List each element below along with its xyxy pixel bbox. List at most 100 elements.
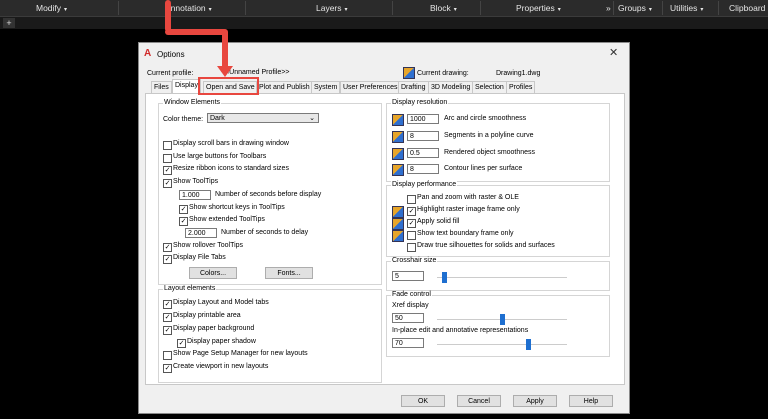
contour-lines-field[interactable]: 8 [407,164,439,174]
drawing-icon [392,131,404,143]
crosshair-slider-thumb[interactable] [441,272,447,283]
checkbox[interactable] [407,231,416,240]
crosshair-size-field[interactable]: 5 [392,271,424,281]
checkbox[interactable] [407,243,416,252]
display-tab-panel: Window Elements Color theme: Dark ⌄ Displ… [145,93,625,385]
checkbox-label: Create viewport in new layouts [173,363,269,370]
fonts-button[interactable]: Fonts... [265,267,313,279]
checkbox-label: Show text boundary frame only [417,230,514,237]
render-smoothness-field[interactable]: 0.5 [407,148,439,158]
ribbon-annotation[interactable]: Annotation ▾ [165,3,212,13]
checkbox-label: Apply solid fill [417,218,460,225]
checkbox[interactable]: ✓ [163,364,172,373]
display-resolution-group: Display resolution 1000 Arc and circle s… [386,99,610,182]
tab-user-preferences[interactable]: User Preferences [340,81,401,93]
drawing-icon [392,230,404,242]
checkbox[interactable]: ✓ [163,255,172,264]
ribbon-separator [480,1,481,15]
polyline-segments-field[interactable]: 8 [407,131,439,141]
fade-control-group: Fade control Xref display 50 In-place ed… [386,291,610,357]
checkbox[interactable]: ✓ [179,217,188,226]
current-profile-label: Current profile: [147,70,194,77]
ribbon-panel-bar: Modify ▾ Annotation ▾ Layers ▾ Block ▾ Prope… [0,0,768,17]
drawing-icon [392,206,404,218]
checkbox[interactable]: ✓ [163,326,172,335]
tab-display[interactable]: Display [172,79,201,93]
tab-files[interactable]: Files [151,81,172,93]
ribbon-utilities[interactable]: Utilities ▾ [670,3,703,13]
checkbox-label: Show shortcut keys in ToolTips [189,204,285,211]
checkbox-label: Display Layout and Model tabs [173,299,269,306]
inplace-edit-field[interactable]: 70 [392,338,424,348]
apply-button[interactable]: Apply [513,395,557,407]
checkbox[interactable]: ✓ [407,207,416,216]
crosshair-size-group: Crosshair size 5 [386,257,610,291]
arc-smoothness-field[interactable]: 1000 [407,114,439,124]
crosshair-size-title: Crosshair size [391,257,438,264]
color-theme-select[interactable]: Dark ⌄ [207,113,319,123]
checkbox[interactable]: ✓ [163,179,172,188]
checkbox[interactable] [407,195,416,204]
checkbox[interactable]: ✓ [163,166,172,175]
polyline-segments-label: Segments in a polyline curve [444,132,534,139]
annotation-arrow [165,0,171,32]
checkbox[interactable]: ✓ [163,300,172,309]
checkbox[interactable] [163,351,172,360]
checkbox[interactable]: ✓ [407,219,416,228]
extended-delay-field[interactable]: 2.000 [185,228,217,238]
tab-profiles[interactable]: Profiles [506,81,536,93]
checkbox[interactable] [163,141,172,150]
cancel-button[interactable]: Cancel [457,395,501,407]
ribbon-groups[interactable]: Groups ▾ [618,3,652,13]
options-dialog: A Options ✕ Current profile: <<Unnamed P… [138,42,630,414]
checkbox[interactable]: ✓ [179,205,188,214]
inplace-slider-thumb[interactable] [526,339,531,350]
checkbox[interactable] [163,154,172,163]
checkbox-label: Display paper shadow [187,338,256,345]
ribbon-separator [662,1,663,15]
tab-system[interactable]: System [311,81,341,93]
tooltip-delay-label: Number of seconds before display [215,191,322,198]
layout-elements-group: Layout elements ✓ Display Layout and Mod… [158,285,382,383]
chevron-down-icon: ⌄ [309,115,315,122]
current-drawing-value: Drawing1.dwg [496,70,541,77]
window-elements-group: Window Elements Color theme: Dark ⌄ Displ… [158,99,382,285]
checkbox[interactable]: ✓ [163,313,172,322]
checkbox-label: Resize ribbon icons to standard sizes [173,165,289,172]
display-performance-title: Display performance [391,181,458,188]
drawing-icon [392,218,404,230]
checkbox[interactable]: ✓ [163,243,172,252]
help-button[interactable]: Help [569,395,613,407]
tab-3d-modeling[interactable]: 3D Modeling [428,81,474,93]
autocad-logo-icon: A [144,48,152,59]
display-performance-group: Display performance Pan and zoom with ra… [386,181,610,257]
ribbon-overflow-icon[interactable]: » [606,3,611,13]
tab-drafting[interactable]: Drafting [398,81,429,93]
crosshair-slider-track[interactable] [437,277,567,278]
contour-lines-label: Contour lines per surface [444,165,523,172]
checkbox-label: Draw true silhouettes for solids and sur… [417,242,555,249]
new-tab-plus-icon[interactable]: + [3,18,15,28]
ribbon-layers[interactable]: Layers ▾ [316,3,348,13]
drawing-icon [403,67,415,79]
ribbon-separator [392,1,393,15]
xref-slider-thumb[interactable] [500,314,505,325]
extended-delay-label: Number of seconds to delay [221,229,309,236]
layout-elements-title: Layout elements [163,285,217,292]
window-elements-title: Window Elements [163,99,222,106]
checkbox-label: Use large buttons for Toolbars [173,153,267,160]
ok-button[interactable]: OK [401,395,445,407]
colors-button[interactable]: Colors... [189,267,237,279]
ribbon-modify[interactable]: Modify ▾ [36,3,67,13]
xref-display-field[interactable]: 50 [392,313,424,323]
tooltip-delay-field[interactable]: 1.000 [179,190,211,200]
tab-plot-and-publish[interactable]: Plot and Publish [256,81,313,93]
close-icon[interactable]: ✕ [609,46,618,59]
checkbox[interactable]: ✓ [177,339,186,348]
ribbon-properties[interactable]: Properties ▾ [516,3,561,13]
tab-selection[interactable]: Selection [472,81,507,93]
display-resolution-title: Display resolution [391,99,449,106]
inplace-slider-track[interactable] [437,344,567,345]
ribbon-block[interactable]: Block ▾ [430,3,457,13]
ribbon-clipboard[interactable]: Clipboard [729,3,765,13]
